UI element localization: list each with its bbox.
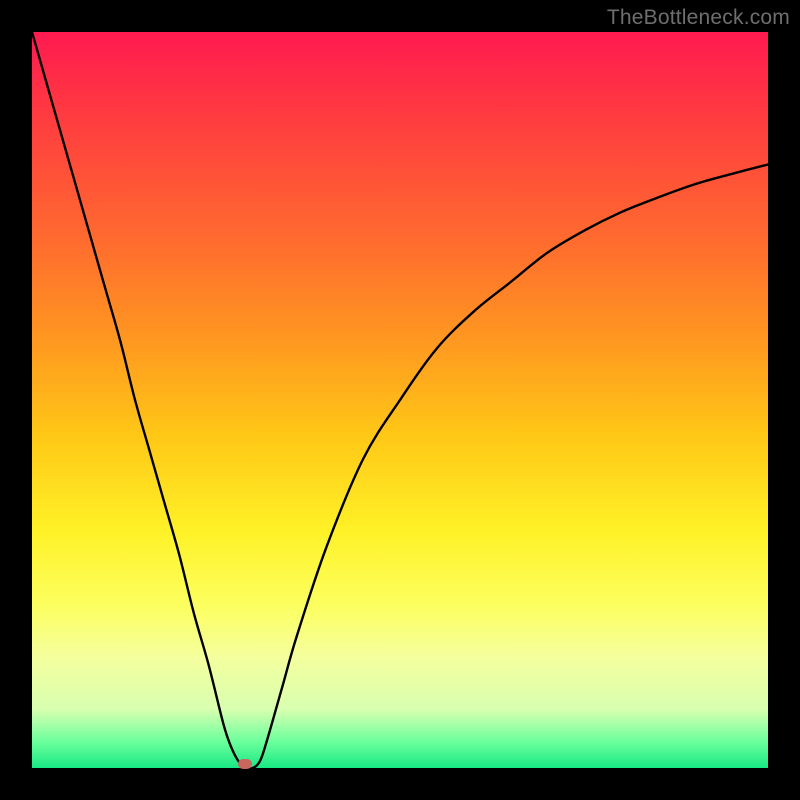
optimum-marker bbox=[238, 759, 252, 769]
watermark-label: TheBottleneck.com bbox=[607, 6, 790, 30]
chart-frame: TheBottleneck.com bbox=[0, 0, 800, 800]
bottleneck-curve bbox=[32, 32, 768, 768]
plot-area bbox=[32, 32, 768, 768]
